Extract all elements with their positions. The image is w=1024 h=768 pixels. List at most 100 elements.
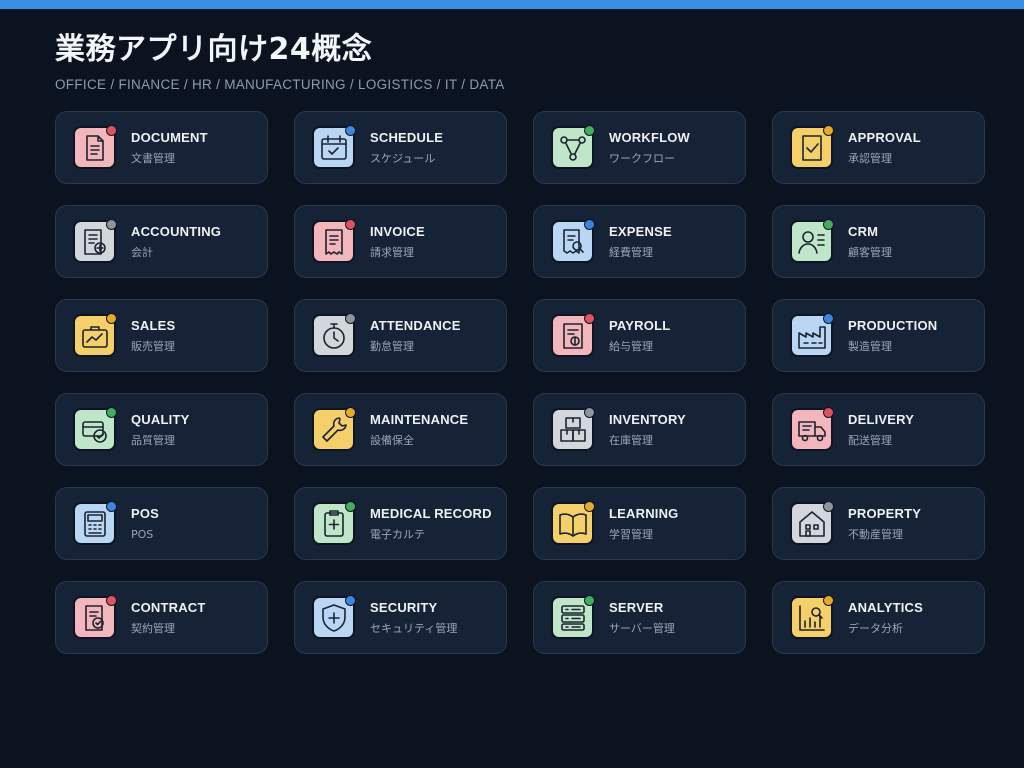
card-subtitle: 不動産管理 [848, 527, 903, 541]
card-subtitle: 電子カルテ [370, 527, 425, 541]
concept-card-production[interactable]: PRODUCTION 製造管理 [772, 299, 985, 372]
card-title: ATTENDANCE [370, 317, 461, 333]
card-title: DOCUMENT [131, 129, 208, 145]
concept-card-approval[interactable]: APPROVAL 承認管理 [772, 111, 985, 184]
concept-card-attendance[interactable]: ATTENDANCE 勤怠管理 [294, 299, 507, 372]
status-dot [584, 313, 595, 324]
card-subtitle: 契約管理 [131, 621, 175, 635]
card-title: SALES [131, 317, 176, 333]
approval-icon [790, 125, 834, 169]
card-title: LEARNING [609, 505, 679, 521]
card-subtitle: 顧客管理 [848, 245, 892, 259]
card-subtitle: 設備保全 [370, 433, 414, 447]
card-subtitle: 給与管理 [609, 339, 653, 353]
concept-card-expense[interactable]: EXPENSE 経費管理 [533, 205, 746, 278]
card-subtitle: 経費管理 [609, 245, 653, 259]
concept-card-document[interactable]: DOCUMENT 文書管理 [55, 111, 268, 184]
card-title: PRODUCTION [848, 317, 938, 333]
top-accent-bar [0, 0, 1024, 9]
status-dot [584, 219, 595, 230]
card-title: INVOICE [370, 223, 425, 239]
status-dot [584, 595, 595, 606]
card-title: SCHEDULE [370, 129, 444, 145]
wrench-icon [312, 407, 356, 451]
concept-card-pos[interactable]: POS POS [55, 487, 268, 560]
concept-card-payroll[interactable]: PAYROLL 給与管理 [533, 299, 746, 372]
card-title: SECURITY [370, 599, 438, 615]
status-dot [106, 313, 117, 324]
card-title: EXPENSE [609, 223, 672, 239]
payslip-icon [551, 313, 595, 357]
status-dot [106, 595, 117, 606]
card-subtitle: 文書管理 [131, 151, 175, 165]
concept-card-invoice[interactable]: INVOICE 請求管理 [294, 205, 507, 278]
card-subtitle: 在庫管理 [609, 433, 653, 447]
card-subtitle: 品質管理 [131, 433, 175, 447]
concept-card-inventory[interactable]: INVENTORY 在庫管理 [533, 393, 746, 466]
card-title: ANALYTICS [848, 599, 923, 615]
ledger-icon [73, 219, 117, 263]
card-subtitle: 請求管理 [370, 245, 414, 259]
concept-card-delivery[interactable]: DELIVERY 配送管理 [772, 393, 985, 466]
concept-card-medical-record[interactable]: MEDICAL RECORD 電子カルテ [294, 487, 507, 560]
card-subtitle: 承認管理 [848, 151, 892, 165]
card-subtitle: セキュリティ管理 [370, 621, 458, 635]
factory-icon [790, 313, 834, 357]
contract-icon [73, 595, 117, 639]
concept-card-server[interactable]: SERVER サーバー管理 [533, 581, 746, 654]
status-dot [106, 125, 117, 136]
page-subtitle: OFFICE / FINANCE / HR / MANUFACTURING / … [55, 77, 505, 92]
card-title: SERVER [609, 599, 664, 615]
boxes-icon [551, 407, 595, 451]
concept-card-schedule[interactable]: SCHEDULE スケジュール [294, 111, 507, 184]
building-icon [790, 501, 834, 545]
card-subtitle: POS [131, 527, 154, 541]
concept-card-contract[interactable]: CONTRACT 契約管理 [55, 581, 268, 654]
status-dot [584, 125, 595, 136]
page-header: 業務アプリ向け24概念 OFFICE / FINANCE / HR / MANU… [55, 30, 985, 92]
concept-card-security[interactable]: SECURITY セキュリティ管理 [294, 581, 507, 654]
card-title: PAYROLL [609, 317, 671, 333]
card-subtitle: 会計 [131, 245, 153, 259]
card-subtitle: 学習管理 [609, 527, 653, 541]
concept-card-accounting[interactable]: ACCOUNTING 会計 [55, 205, 268, 278]
card-title: MAINTENANCE [370, 411, 469, 427]
concept-card-maintenance[interactable]: MAINTENANCE 設備保全 [294, 393, 507, 466]
card-title: APPROVAL [848, 129, 921, 145]
concept-grid: DOCUMENT 文書管理 SCHEDULE スケジュール WORKFLOW ワークフロー… [55, 111, 985, 654]
status-dot [345, 595, 356, 606]
register-icon [73, 501, 117, 545]
concept-card-learning[interactable]: LEARNING 学習管理 [533, 487, 746, 560]
stopwatch-icon [312, 313, 356, 357]
card-subtitle: サーバー管理 [609, 621, 675, 635]
status-dot [106, 501, 117, 512]
concept-card-crm[interactable]: CRM 顧客管理 [772, 205, 985, 278]
card-title: MEDICAL RECORD [370, 505, 492, 521]
status-dot [823, 313, 834, 324]
page-title: 業務アプリ向け24概念 [55, 32, 373, 67]
card-title: QUALITY [131, 411, 190, 427]
quality-check-icon [73, 407, 117, 451]
status-dot [345, 501, 356, 512]
book-icon [551, 501, 595, 545]
briefcase-chart-icon [73, 313, 117, 357]
card-subtitle: 製造管理 [848, 339, 892, 353]
concept-card-quality[interactable]: QUALITY 品質管理 [55, 393, 268, 466]
card-title: POS [131, 505, 160, 521]
shield-icon [312, 595, 356, 639]
server-icon [551, 595, 595, 639]
invoice-icon [312, 219, 356, 263]
card-title: DELIVERY [848, 411, 915, 427]
status-dot [106, 407, 117, 418]
concept-card-sales[interactable]: SALES 販売管理 [55, 299, 268, 372]
card-subtitle: 配送管理 [848, 433, 892, 447]
concept-card-workflow[interactable]: WORKFLOW ワークフロー [533, 111, 746, 184]
status-dot [584, 501, 595, 512]
concept-card-analytics[interactable]: ANALYTICS データ分析 [772, 581, 985, 654]
analytics-icon [790, 595, 834, 639]
concept-card-property[interactable]: PROPERTY 不動産管理 [772, 487, 985, 560]
card-title: ACCOUNTING [131, 223, 222, 239]
calendar-icon [312, 125, 356, 169]
status-dot [823, 125, 834, 136]
document-icon [73, 125, 117, 169]
